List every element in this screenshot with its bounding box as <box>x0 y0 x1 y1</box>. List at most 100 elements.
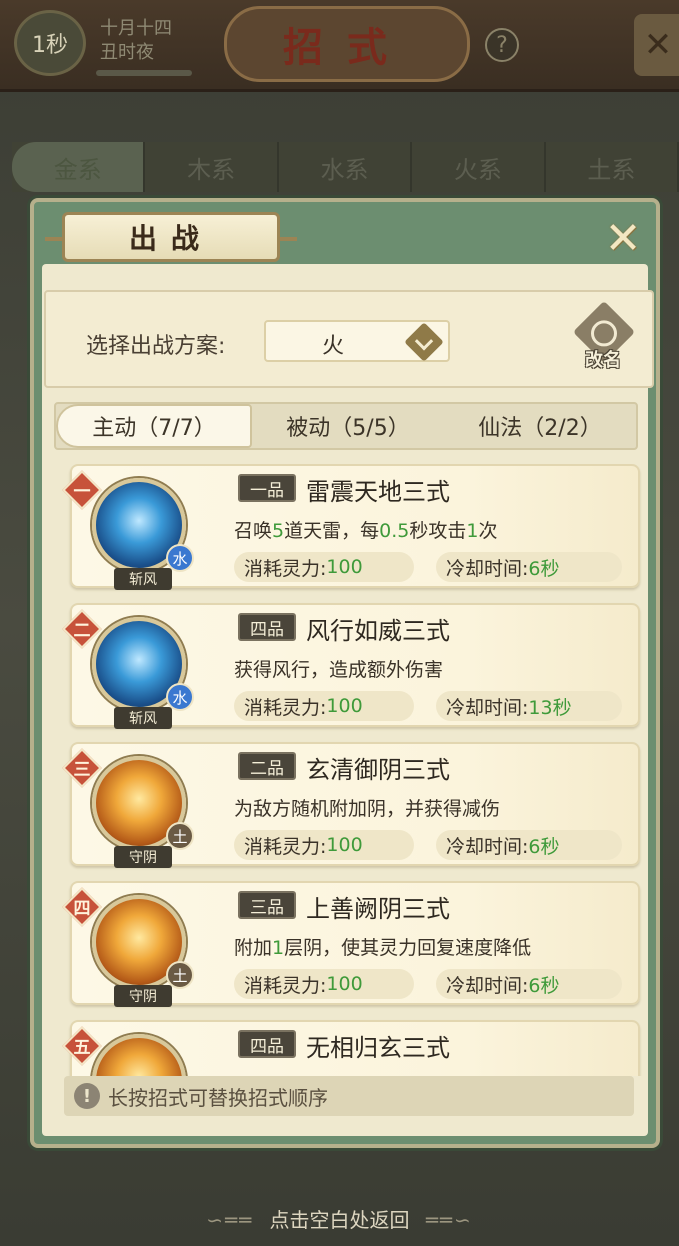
cooldown-value: 13秒 <box>528 696 572 719</box>
cooldown-label: 冷却时间: <box>446 974 529 997</box>
grade-tag: 四品 <box>238 1030 296 1058</box>
desc-segment: 召唤 <box>234 520 273 542</box>
cost-value: 100 <box>326 695 363 717</box>
rename-button[interactable]: 改名 <box>570 300 636 376</box>
rank-number: 四 <box>73 899 91 919</box>
skill-name: 雷震天地三式 <box>306 478 450 506</box>
return-hint[interactable]: ∽══ 点击空白处返回 ══∽ <box>0 1204 679 1233</box>
cost-label: 消耗灵力: <box>244 557 327 580</box>
skill-description: 附加1层阴，使其灵力回复速度降低 <box>234 933 531 960</box>
cooldown-value: 6秒 <box>528 974 560 997</box>
cost-value: 100 <box>326 973 363 995</box>
deploy-dialog: 出战 ✕ 选择出战方案: 火 改名 主动（7/7） 被动（5/5） 仙法（2/2… <box>30 198 660 1148</box>
cooldown-label: 冷却时间: <box>446 696 529 719</box>
close-icon[interactable]: ✕ <box>598 214 648 264</box>
grade-tag: 四品 <box>238 613 296 641</box>
skill-type-tabs: 主动（7/7） 被动（5/5） 仙法（2/2） <box>54 402 638 450</box>
rename-label: 改名 <box>585 350 621 371</box>
rank-number: 一 <box>73 482 91 502</box>
skill-card[interactable]: 土守阴四三品 上善阙阴三式 附加1层阴，使其灵力回复速度降低 消耗灵力: 100 冷却时间… <box>62 881 642 1007</box>
tab-fire[interactable]: 火系 <box>412 142 546 192</box>
rank-badge: 一 <box>62 470 102 510</box>
time-period-text: 丑时夜 <box>100 42 154 63</box>
desc-segment: 道天雷，每 <box>284 520 380 542</box>
skill-card[interactable]: 水斩风二四品 风行如威三式 获得风行，造成额外伤害 消耗灵力: 100 冷却时间: 13秒 <box>62 603 642 729</box>
decor-left-icon: ∽══ <box>206 1208 254 1232</box>
question-icon[interactable]: ? <box>485 28 519 62</box>
desc-segment: 附加 <box>234 937 273 959</box>
cooldown-label: 冷却时间: <box>446 557 529 580</box>
cooldown-value: 6秒 <box>528 557 560 580</box>
page-title: 招式 <box>224 6 470 82</box>
cooldown-value: 6秒 <box>528 835 560 858</box>
rank-number: 二 <box>73 621 91 641</box>
cost-stat: 消耗灵力: 100 <box>234 552 414 582</box>
desc-segment: 层阴，使其灵力回复速度降低 <box>284 937 532 959</box>
timer-badge: 1秒 <box>14 10 86 76</box>
cost-value: 100 <box>326 834 363 856</box>
skill-description: 为敌方随机附加阴，并获得减伤 <box>234 794 500 821</box>
tab-passive-skills[interactable]: 被动（5/5） <box>252 404 444 448</box>
skill-card[interactable]: 五 四品 无相归玄三式 <box>62 1020 642 1076</box>
skill-name: 玄清御阴三式 <box>306 756 450 784</box>
desc-segment: 为敌方随机附加阴，并获得减伤 <box>234 798 501 820</box>
skill-description: 获得风行，造成额外伤害 <box>234 655 443 682</box>
stance-tag: 斩风 <box>114 707 172 729</box>
skill-name: 风行如威三式 <box>306 617 450 645</box>
stance-tag: 守阴 <box>114 985 172 1007</box>
cost-value: 100 <box>326 556 363 578</box>
rank-badge: 四 <box>62 887 102 927</box>
return-hint-text: 点击空白处返回 <box>269 1208 410 1232</box>
element-tabs: 金系 木系 水系 火系 土系 <box>12 142 679 192</box>
cost-label: 消耗灵力: <box>244 696 327 719</box>
tab-wood[interactable]: 木系 <box>145 142 279 192</box>
hint-bar: ! 长按招式可替换招式顺序 <box>64 1076 634 1116</box>
decor-right-icon: ══∽ <box>425 1208 473 1232</box>
rank-number: 三 <box>73 760 91 780</box>
cost-stat: 消耗灵力: 100 <box>234 830 414 860</box>
cooldown-stat: 冷却时间: 6秒 <box>436 969 622 999</box>
scheme-label: 选择出战方案: <box>86 334 226 359</box>
desc-segment: 1 <box>466 520 479 542</box>
grade-tag: 三品 <box>238 891 296 919</box>
tab-metal[interactable]: 金系 <box>12 142 146 192</box>
hint-text: 长按招式可替换招式顺序 <box>108 1085 328 1110</box>
desc-segment: 0.5 <box>379 520 410 542</box>
cost-label: 消耗灵力: <box>244 835 327 858</box>
stance-tag: 斩风 <box>114 568 172 590</box>
time-progress-bar <box>96 70 192 76</box>
skill-list[interactable]: 水斩风一一品 雷震天地三式 召唤5道天雷，每0.5秒攻击1次 消耗灵力: 100 冷却时间… <box>62 464 642 1076</box>
skill-card[interactable]: 土守阴三二品 玄清御阴三式 为敌方随机附加阴，并获得减伤 消耗灵力: 100 冷却时间: 6… <box>62 742 642 868</box>
cooldown-stat: 冷却时间: 6秒 <box>436 830 622 860</box>
rank-badge: 二 <box>62 609 102 649</box>
cost-stat: 消耗灵力: 100 <box>234 691 414 721</box>
desc-segment: 5 <box>272 520 285 542</box>
skill-description: 召唤5道天雷，每0.5秒攻击1次 <box>234 516 497 543</box>
desc-segment: 1 <box>272 937 285 959</box>
tab-water[interactable]: 水系 <box>279 142 413 192</box>
cooldown-stat: 冷却时间: 13秒 <box>436 691 622 721</box>
grade-tag: 二品 <box>238 752 296 780</box>
desc-segment: 获得风行，造成额外伤害 <box>234 659 444 681</box>
close-icon[interactable]: ✕ <box>634 14 679 76</box>
grade-tag: 一品 <box>238 474 296 502</box>
chevron-down-icon <box>404 322 444 362</box>
cost-stat: 消耗灵力: 100 <box>234 969 414 999</box>
skill-name: 无相归玄三式 <box>306 1034 450 1062</box>
tab-spells[interactable]: 仙法（2/2） <box>444 404 636 448</box>
desc-segment: 秒攻击 <box>409 520 467 542</box>
skill-name: 上善阙阴三式 <box>306 895 450 923</box>
date-text: 十月十四 <box>100 18 172 39</box>
stance-tag: 守阴 <box>114 846 172 868</box>
cost-label: 消耗灵力: <box>244 974 327 997</box>
tab-active-skills[interactable]: 主动（7/7） <box>56 404 252 448</box>
scheme-dropdown[interactable]: 火 <box>264 320 450 362</box>
dialog-title: 出战 <box>45 212 297 262</box>
cooldown-label: 冷却时间: <box>446 835 529 858</box>
rank-number: 五 <box>73 1038 91 1058</box>
desc-segment: 次 <box>478 520 498 542</box>
skill-card[interactable]: 水斩风一一品 雷震天地三式 召唤5道天雷，每0.5秒攻击1次 消耗灵力: 100 冷却时间… <box>62 464 642 590</box>
rank-badge: 五 <box>62 1026 102 1066</box>
tab-earth[interactable]: 土系 <box>546 142 679 192</box>
scheme-panel: 选择出战方案: 火 改名 <box>44 290 654 388</box>
